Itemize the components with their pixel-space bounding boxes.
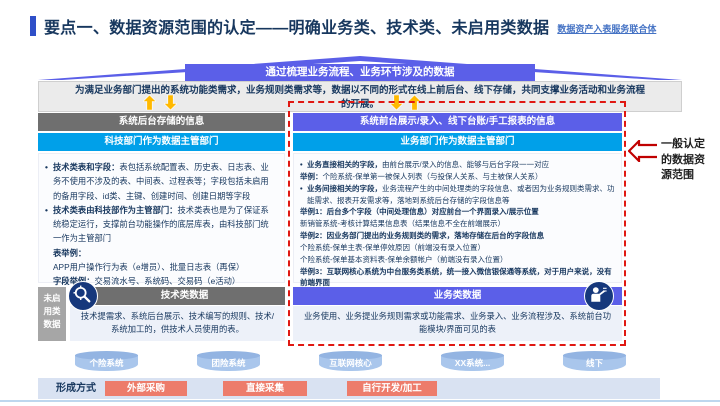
scope-arrow-icon bbox=[627, 138, 658, 164]
text-line: 个险系统-保单基本资料表-保单余额帐户（前端没有录入位置） bbox=[300, 254, 508, 264]
system-cylinder: 团险系统 bbox=[197, 351, 260, 372]
system-cylinder: 个险系统 bbox=[75, 351, 138, 372]
line-lead: 业务直接相关的字段， bbox=[307, 160, 382, 169]
intro-box: 为满足业务部门提出的系统功能类需求，业务规则类需求等，数据以不同的形式在线上前后… bbox=[38, 81, 682, 112]
person-icon bbox=[584, 281, 614, 311]
business-dept-header: 业务部门作为数据主管部门 bbox=[293, 133, 622, 151]
title-bar: 要点一、数据资源范围的认定——明确业务类、技术类、未启用类数据 数据资产入表服务… bbox=[30, 14, 656, 38]
header-link[interactable]: 数据资产入表服务联合体 bbox=[557, 22, 656, 38]
method-box: 外部采购 bbox=[105, 381, 187, 396]
bottom-border-line bbox=[0, 400, 720, 402]
business-data-desc: 业务使用、业务提业务规则需求或功能需求、业务录入、业务流程涉及、系统前台功能模块… bbox=[293, 306, 622, 341]
example-text: 交易流水号、系统码、交易码（e活动） bbox=[94, 276, 241, 287]
text-line: 举例2：因业务部门提出的业务规则类的需求，落地存储在后台的字段信息 bbox=[300, 231, 545, 241]
text-line: 举例3：互联网核心系统为中台服务类系统，统一接入微信银保通等系统，对于用户来说，… bbox=[300, 266, 612, 288]
text-line: 举例1：后台多个字段（中间处理信息）对应前台一个界面录入/展示位置 bbox=[300, 207, 539, 217]
system-label: 线下 bbox=[585, 358, 603, 368]
banner-label: 通过梳理业务流程、业务环节涉及的数据 bbox=[265, 66, 455, 78]
text-line: 业务间接相关的字段，业务流程产生的中间处理类的字段信息、或者因为业务规则类需求、… bbox=[300, 183, 615, 207]
system-label: XX系统... bbox=[454, 358, 491, 368]
system-label: 团险系统 bbox=[211, 358, 246, 368]
system-cylinder: 线下 bbox=[563, 351, 626, 372]
system-cylinder: XX系统... bbox=[441, 351, 504, 372]
method-box: 直接采集 bbox=[223, 381, 307, 396]
slide-page: 要点一、数据资源范围的认定——明确业务类、技术类、未启用类数据 数据资产入表服务… bbox=[0, 0, 720, 406]
magnifier-gear-icon bbox=[68, 281, 98, 311]
flow-arrow-down-icon bbox=[164, 95, 177, 110]
text-line: 业务直接相关的字段，由前台展示/录入的信息、能够与后台字段一一对应 bbox=[300, 159, 615, 171]
formation-strip: 形成方式 外部采购 直接采集 自行开发/加工 bbox=[38, 378, 660, 399]
backend-body: 技术类表和字段：表包括系统配置表、历史表、日志表、业务不使用不涉及的表、中间表、… bbox=[38, 153, 285, 287]
business-data-section: 业务类数据 业务使用、业务提业务规则需求或功能需求、业务录入、业务流程涉及、系统… bbox=[293, 281, 622, 341]
page-title: 要点一、数据资源范围的认定——明确业务类、技术类、未启用类数据 bbox=[44, 20, 550, 37]
bullet-lead: 技术类表和字段： bbox=[53, 162, 120, 172]
flow-arrow-down-icon bbox=[390, 95, 403, 110]
bullet-item: 技术类表由科技部作为主管部门：技术类表也是为了保证系统稳定运行，支撑前台功能操作… bbox=[45, 203, 277, 246]
system-cylinder: 互联网核心 bbox=[319, 351, 382, 372]
line-lead: 业务间接相关的字段， bbox=[307, 183, 382, 193]
method-box: 自行开发/加工 bbox=[347, 381, 437, 396]
tech-data-header: 技术类数据 bbox=[84, 287, 285, 305]
unused-data-label: 未启用类数据 bbox=[38, 287, 66, 341]
frontend-header: 系统前台展示/录入、线下台账/手工报表的信息 bbox=[293, 113, 622, 131]
bullet-item: 技术类表和字段：表包括系统配置表、历史表、日志表、业务不使用不涉及的表、中间表、… bbox=[45, 160, 277, 203]
text-line: 新销管系统-考核计算结果信息表（结果信息不全在前端展示） bbox=[300, 219, 505, 229]
business-data-header: 业务类数据 bbox=[293, 287, 622, 305]
scope-note: 一般认定的数据资源范围 bbox=[661, 138, 705, 182]
example-text: APP用户操作行为表（e增员）、批量日志表（再保） bbox=[53, 261, 245, 272]
line-text: 由前台展示/录入的信息、能够与后台字段一一对应 bbox=[382, 160, 550, 169]
process-banner: 通过梳理业务流程、业务环节涉及的数据 bbox=[38, 54, 682, 81]
backend-header: 系统后台存储的信息 bbox=[38, 113, 285, 131]
line-text: 个险系统-保单第一被保人列表（与投保人关系、与主被保人关系） bbox=[322, 171, 543, 181]
tech-data-section: 技术类数据 技术提需求、系统后台展示、技术编写的规则、技术/系统加工的，供技术人… bbox=[68, 281, 285, 341]
formation-label: 形成方式 bbox=[56, 383, 96, 394]
example-lead: 表举例： bbox=[53, 247, 87, 258]
bullet-lead: 技术类表由科技部作为主管部门： bbox=[53, 204, 178, 215]
example-line: 表举例： APP用户操作行为表（e增员）、批量日志表（再保） bbox=[45, 246, 277, 275]
text-line: 举例：个险系统-保单第一被保人列表（与投保人关系、与主被保人关系） bbox=[300, 171, 615, 183]
system-label: 互联网核心 bbox=[329, 358, 372, 368]
flow-arrow-up-icon bbox=[408, 95, 421, 110]
backend-panel: 系统后台存储的信息 科技部门作为数据主管部门 技术类表和字段：表包括系统配置表、… bbox=[38, 113, 285, 287]
title-accent-bar bbox=[30, 16, 36, 36]
tech-data-desc: 技术提需求、系统后台展示、技术编写的规则、技术/系统加工的，供技术人员使用的表。 bbox=[70, 306, 285, 341]
flow-arrow-up-icon bbox=[143, 95, 156, 110]
frontend-panel: 系统前台展示/录入、线下台账/手工报表的信息 业务部门作为数据主管部门 业务直接… bbox=[293, 113, 622, 287]
line-lead: 举例： bbox=[300, 171, 323, 181]
text-line: 个险系统-保单主表-保单停效原因（前端没有录入位置） bbox=[300, 242, 485, 252]
system-label: 个险系统 bbox=[89, 358, 124, 368]
tech-dept-header: 科技部门作为数据主管部门 bbox=[38, 133, 285, 151]
frontend-body: 业务直接相关的字段，由前台展示/录入的信息、能够与后台字段一一对应 举例：个险系… bbox=[293, 153, 622, 287]
